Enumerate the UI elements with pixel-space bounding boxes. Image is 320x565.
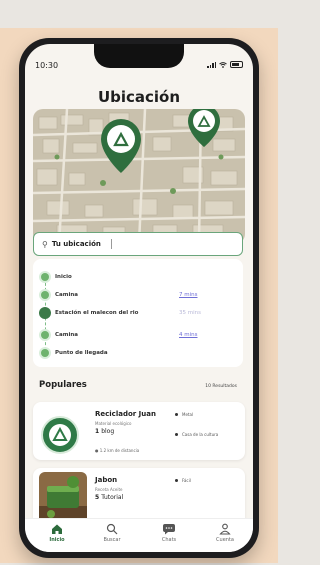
card-distance: ● 1.2 km de distancia: [95, 448, 139, 453]
card-distance-text: 1.2 km de distancia: [99, 448, 140, 453]
wifi-icon: [219, 61, 227, 68]
tab-cuenta[interactable]: Cuenta: [205, 523, 245, 543]
tab-label: Buscar: [103, 537, 121, 543]
route-step-label: Punto de llegada: [55, 350, 108, 356]
route-step-duration[interactable]: 35 mins: [179, 310, 201, 316]
walk-icon: [41, 331, 49, 339]
route-step: Camina 7 mins: [33, 289, 243, 301]
card-subtitle: Receta Aceite: [95, 487, 123, 492]
user-icon: [219, 523, 231, 535]
map-image[interactable]: [33, 109, 245, 244]
station-icon: [39, 307, 51, 319]
route-steps-card: Inicio Camina 7 mins Estación el malecon…: [33, 259, 243, 367]
route-step-label: Camina: [55, 292, 78, 298]
status-icons: [207, 61, 243, 68]
card-title: Jabon: [95, 476, 118, 484]
route-step-label: Inicio: [55, 274, 72, 280]
card-meta: 1 blog: [95, 428, 114, 435]
app-screen: 10:30 Ubicación ⚲ Tu ubicación Inicio Ca…: [25, 44, 253, 552]
dynamic-island: [94, 44, 184, 68]
card-tag: Casa de la cultura: [175, 432, 227, 437]
route-step: Punto de llegada: [33, 347, 243, 359]
card-meta-number: 5: [95, 494, 100, 501]
route-step-duration[interactable]: 4 mins: [179, 332, 198, 338]
search-placeholder: Tu ubicación: [51, 240, 101, 248]
tab-inicio[interactable]: Inicio: [37, 523, 77, 543]
route-step: Inicio: [33, 271, 243, 283]
location-search-input[interactable]: ⚲ Tu ubicación: [33, 232, 243, 256]
home-icon: [52, 524, 62, 534]
section-title: Populares: [39, 380, 87, 390]
phone-frame: 10:30 Ubicación ⚲ Tu ubicación Inicio Ca…: [19, 38, 259, 558]
tab-label: Cuenta: [216, 537, 234, 543]
signal-icon: [207, 61, 216, 68]
search-icon: ⚲: [42, 239, 48, 249]
card-meta-number: 1: [95, 428, 100, 435]
tab-buscar[interactable]: Buscar: [92, 523, 132, 543]
search-icon: [106, 523, 118, 535]
chat-icon: [163, 524, 175, 535]
route-step-label: Estación el malecon del rio: [55, 310, 139, 316]
tab-chats[interactable]: Chats: [149, 523, 189, 543]
walk-icon: [41, 291, 49, 299]
route-step-duration[interactable]: 7 mins: [179, 292, 198, 298]
status-time: 10:30: [35, 61, 59, 70]
bottom-tab-bar: Inicio Buscar Chats Cuenta: [25, 518, 253, 552]
route-step-label: Camina: [55, 332, 78, 338]
popular-card[interactable]: Reciclador Juan Material ecológico 1 blog…: [33, 402, 245, 460]
route-step: Estación el malecon del rio 35 mins: [33, 307, 243, 319]
tab-label: Chats: [161, 537, 177, 543]
recycle-avatar-icon: [41, 416, 79, 454]
route-step: Camina 4 mins: [33, 329, 243, 341]
card-tag: Metal: [175, 412, 193, 417]
card-tag: Fácil: [175, 478, 191, 483]
card-title: Reciclador Juan: [95, 410, 156, 418]
card-meta-label: blog: [101, 428, 115, 435]
tab-label: Inicio: [49, 537, 65, 543]
page-title: Ubicación: [97, 88, 181, 106]
text-cursor: [110, 239, 112, 249]
route-dot-icon: [41, 273, 49, 281]
card-subtitle: Material ecológico: [95, 421, 132, 426]
card-meta-label: Tutorial: [101, 494, 124, 501]
results-count: 10 Resultados: [205, 384, 237, 389]
destination-icon: [41, 349, 49, 357]
battery-icon: [230, 61, 243, 68]
card-meta: 5 Tutorial: [95, 494, 123, 501]
